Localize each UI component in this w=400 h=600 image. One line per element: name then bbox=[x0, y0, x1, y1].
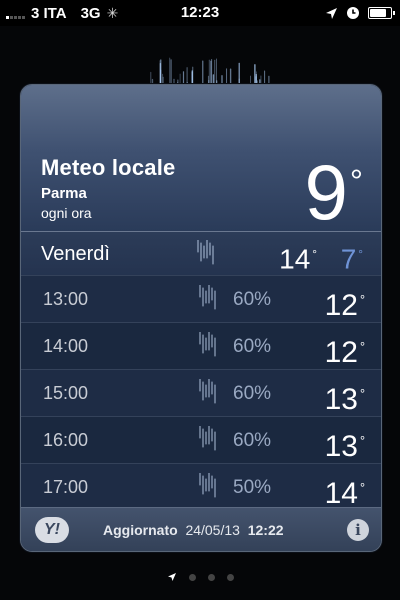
weather-header: Meteo locale Parma ogni ora 9° bbox=[21, 85, 381, 232]
day-high-value: 14 bbox=[279, 243, 311, 275]
precipitation-chance: 60% bbox=[233, 336, 272, 357]
rain-icon bbox=[199, 379, 216, 404]
hour-time: 14:00 bbox=[43, 336, 89, 356]
hour-temp-value: 13 bbox=[324, 383, 358, 416]
hourly-forecast-row: 17:00 50% 14 ° bbox=[21, 463, 381, 511]
current-temperature: 9° bbox=[305, 141, 364, 232]
precipitation-chance: 60% bbox=[233, 430, 272, 451]
hourly-forecast-row: 16:00 60% 13 ° bbox=[21, 416, 381, 464]
widget-title: Meteo locale bbox=[41, 155, 176, 180]
hour-temp-value: 12 bbox=[324, 289, 358, 322]
hourly-forecast-row: 15:00 60% 13 ° bbox=[21, 369, 381, 417]
hourly-forecast-row: 13:00 60% 12 ° bbox=[21, 275, 381, 323]
current-temp-value: 9 bbox=[304, 148, 348, 236]
battery-icon bbox=[368, 7, 395, 19]
hour-time: 17:00 bbox=[43, 477, 89, 497]
hour-time: 15:00 bbox=[43, 383, 89, 403]
forecast-mode: ogni ora bbox=[41, 205, 92, 221]
rain-icon bbox=[199, 285, 216, 310]
page-dot[interactable] bbox=[207, 573, 215, 581]
updated-label: Aggiornato bbox=[103, 522, 178, 538]
battery-fill bbox=[370, 9, 386, 17]
degree-symbol: ° bbox=[359, 340, 365, 354]
widget-footer: Y! Aggiornato 24/05/13 12:22 i bbox=[21, 507, 381, 551]
hour-temp-value: 12 bbox=[324, 336, 358, 369]
degree-symbol: ° bbox=[312, 248, 317, 261]
updated-date: 24/05/13 bbox=[185, 522, 240, 538]
weather-widget[interactable]: Meteo locale Parma ogni ora 9° Venerdì 1… bbox=[20, 84, 382, 552]
page-indicator[interactable] bbox=[0, 568, 400, 586]
precipitation-chance: 60% bbox=[233, 289, 272, 310]
day-summary-row: Venerdì 14 ° 7 ° bbox=[21, 231, 381, 276]
location-arrow-icon bbox=[167, 572, 177, 582]
degree-symbol: ° bbox=[359, 387, 365, 401]
page-dot[interactable] bbox=[226, 573, 234, 581]
rain-icon bbox=[199, 473, 216, 498]
last-updated: Aggiornato 24/05/13 12:22 bbox=[103, 508, 284, 551]
hour-temp-value: 14 bbox=[324, 477, 358, 510]
city-name: Parma bbox=[41, 185, 87, 202]
rain-icon bbox=[199, 332, 216, 357]
degree-symbol: ° bbox=[359, 293, 365, 307]
day-low-value: 7 bbox=[340, 243, 357, 275]
rain-icon bbox=[199, 426, 216, 451]
hour-time: 13:00 bbox=[43, 289, 89, 309]
location-arrow-icon bbox=[326, 7, 337, 19]
degree-symbol: ° bbox=[349, 162, 363, 199]
hourly-forecast-row: 14:00 60% 12 ° bbox=[21, 322, 381, 370]
degree-symbol: ° bbox=[359, 434, 365, 448]
rain-icon bbox=[197, 240, 214, 265]
precipitation-chance: 60% bbox=[233, 383, 272, 404]
hour-temp-value: 13 bbox=[324, 430, 358, 463]
alarm-clock-icon bbox=[347, 7, 359, 19]
status-right bbox=[325, 0, 395, 26]
degree-symbol: ° bbox=[358, 248, 363, 261]
hour-time: 16:00 bbox=[43, 430, 89, 450]
status-bar: 3 ITA 3G ✳ 12:23 bbox=[0, 0, 400, 26]
precipitation-chance: 50% bbox=[233, 477, 272, 498]
degree-symbol: ° bbox=[359, 481, 365, 495]
yahoo-logo-icon[interactable]: Y! bbox=[35, 517, 69, 543]
updated-time: 12:22 bbox=[247, 522, 284, 538]
day-name: Venerdì bbox=[41, 243, 110, 265]
info-icon[interactable]: i bbox=[347, 519, 369, 541]
page-dot[interactable] bbox=[188, 573, 196, 581]
